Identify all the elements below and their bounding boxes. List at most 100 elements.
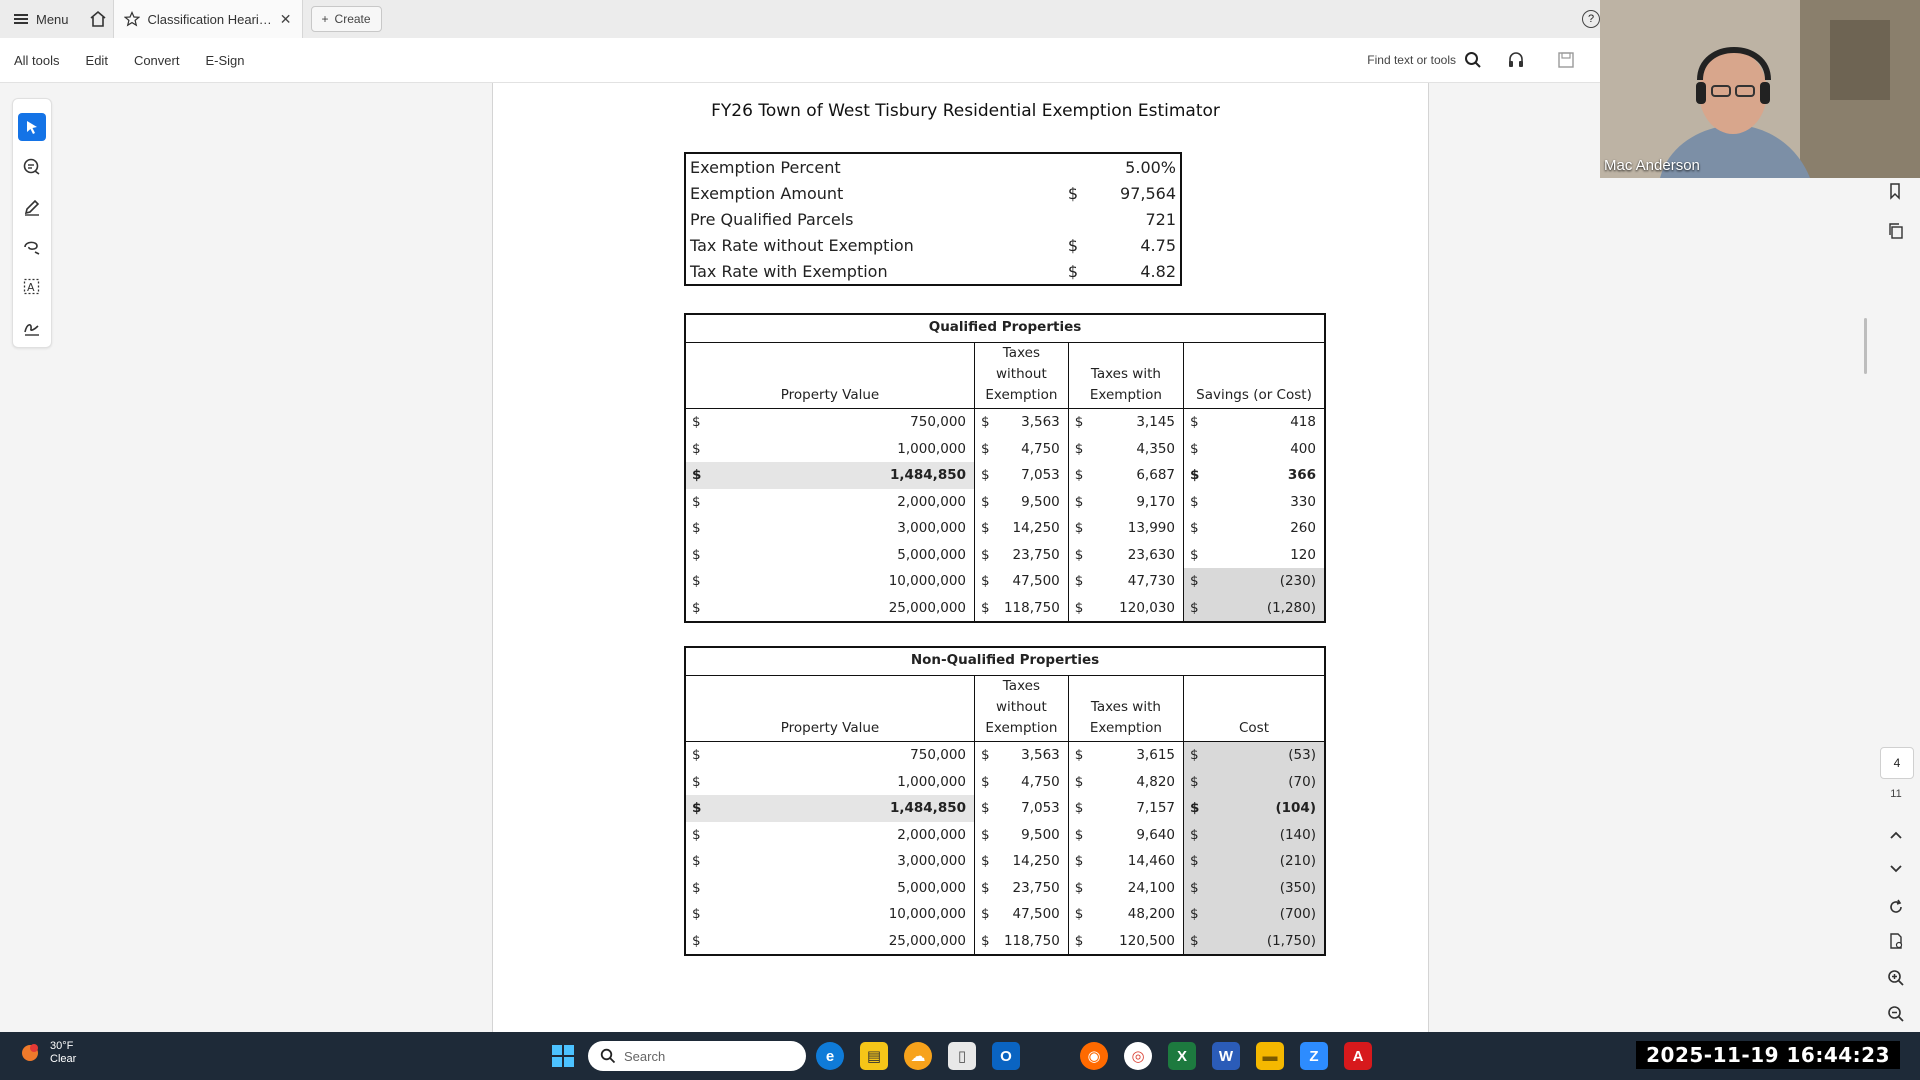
comment-tool[interactable] (18, 153, 46, 181)
savings-cell: $260 (1183, 515, 1325, 542)
property-value-cell: 25,000,000 (888, 932, 966, 949)
pdf-page: FY26 Town of West Tisbury Residential Ex… (492, 83, 1429, 1033)
savings-cell: $ (210) (1183, 848, 1325, 875)
property-value-cell: 750,000 (910, 414, 966, 431)
zoom-in-button[interactable] (1884, 967, 1908, 989)
notepad-icon[interactable]: ▯ (948, 1042, 976, 1070)
table-row: $1,000,000 $4,750 $4,350 $400 (685, 435, 1325, 462)
table-row: $750,000 $3,563 $3,145 $418 (685, 408, 1325, 436)
scrollbar-thumb[interactable] (1864, 318, 1867, 374)
currency-cell: $ (974, 874, 997, 901)
sticky-notes-icon[interactable]: ▤ (860, 1042, 888, 1070)
text-recognition-tool[interactable]: A (18, 273, 46, 301)
menu-convert[interactable]: Convert (134, 53, 180, 68)
summary-label: Pre Qualified Parcels (690, 209, 854, 229)
currency-cell: $ (692, 906, 701, 923)
currency-cell: $ (1190, 773, 1199, 790)
table-row: $1,484,850 $7,053 $7,157 $ (104) (685, 795, 1325, 822)
savings-value: (140) (1279, 826, 1316, 843)
home-button[interactable] (83, 4, 113, 34)
create-label: Create (334, 12, 371, 26)
col-savings: Savings (or Cost) (1183, 342, 1325, 409)
currency-cell: $ (974, 901, 997, 928)
table-row: $25,000,000 $118,750 $120,030 $ (1,280) (685, 594, 1325, 622)
taxes-with-cell: 9,640 (1136, 826, 1175, 843)
star-icon[interactable] (123, 11, 140, 27)
weather-condition: Clear (50, 1053, 77, 1065)
bookmark-panel-button[interactable] (1884, 180, 1908, 202)
savings-cell: $ (70) (1183, 768, 1325, 795)
menu-label: Menu (36, 11, 69, 27)
quick-tools-panel: A (12, 98, 52, 348)
outlook-icon[interactable]: O (992, 1042, 1020, 1070)
currency-cell: $ (974, 568, 997, 595)
property-value-cell: 1,484,850 (708, 795, 975, 822)
word-icon[interactable]: W (1212, 1042, 1240, 1070)
savings-cell: $ (1,750) (1183, 927, 1325, 955)
current-page-input[interactable]: 4 (1880, 747, 1914, 779)
currency-cell: $ (692, 747, 701, 764)
currency-cell: $ (692, 546, 701, 563)
zoom-app-icon[interactable]: Z (1300, 1042, 1328, 1070)
summary-currency (1054, 206, 1092, 232)
currency-cell: $ (1067, 927, 1091, 955)
document-tab[interactable]: Classification Hearing As ✕ (112, 0, 303, 38)
rotate-button[interactable] (1884, 896, 1908, 918)
excel-icon[interactable]: X (1168, 1042, 1196, 1070)
taxes-with-cell: 7,157 (1136, 800, 1175, 817)
comment-icon (23, 158, 40, 175)
select-tool[interactable] (18, 113, 46, 141)
taskbar-search[interactable]: Search (588, 1041, 806, 1071)
home-icon (90, 10, 106, 27)
menu-esign[interactable]: E-Sign (205, 53, 244, 68)
savings-value: (104) (1275, 800, 1316, 817)
help-icon[interactable]: ? (1582, 10, 1600, 28)
taxes-with-cell: 4,820 (1136, 773, 1175, 790)
savings-cell: $ (1,280) (1183, 594, 1325, 622)
currency-cell: $ (1067, 821, 1091, 848)
currency-cell: $ (692, 520, 701, 537)
currency-cell: $ (1190, 440, 1199, 457)
menu-edit[interactable]: Edit (86, 53, 108, 68)
non-qualified-properties-table: Non-Qualified Properties Property Value … (684, 646, 1326, 956)
previous-page-button[interactable] (1884, 824, 1908, 846)
weather-widget[interactable]: 30°F Clear (18, 1040, 76, 1066)
menu-all-tools[interactable]: All tools (14, 53, 60, 68)
close-tab-icon[interactable]: ✕ (280, 11, 292, 28)
page-settings-button[interactable] (1884, 930, 1908, 952)
weather-app-icon[interactable]: ☁ (904, 1042, 932, 1070)
edge-icon[interactable]: e (816, 1042, 844, 1070)
savings-cell: $ (350) (1183, 874, 1325, 901)
firefox-icon[interactable]: ◉ (1080, 1042, 1108, 1070)
next-page-button[interactable] (1884, 858, 1908, 880)
col-property-value: Property Value (780, 387, 880, 403)
find-tools[interactable]: Find text or tools (1367, 38, 1482, 82)
zoom-out-button[interactable] (1884, 1003, 1908, 1025)
create-button[interactable]: + Create (310, 6, 382, 32)
file-explorer-icon[interactable]: ▬ (1256, 1042, 1284, 1070)
windows-start-icon[interactable] (551, 1044, 575, 1068)
acrobat-icon[interactable]: A (1344, 1042, 1372, 1070)
currency-cell: $ (692, 826, 701, 843)
chrome-icon[interactable]: ◎ (1124, 1042, 1152, 1070)
find-placeholder: Find text or tools (1367, 53, 1456, 67)
menu-button[interactable]: Menu (0, 0, 83, 38)
taxes-without-cell: 7,053 (1021, 467, 1060, 484)
highlight-tool[interactable] (18, 193, 46, 221)
sign-tool[interactable] (18, 313, 46, 341)
taxes-without-cell: 47,500 (1012, 906, 1060, 923)
pages-panel-button[interactable] (1884, 220, 1908, 242)
table-row: $10,000,000 $47,500 $47,730 $ (230) (685, 568, 1325, 595)
currency-cell: $ (1067, 848, 1091, 875)
col-taxes-with: Taxes with Exemption (1067, 675, 1184, 742)
draw-tool[interactable] (18, 233, 46, 261)
taxes-without-cell: 7,053 (1021, 800, 1060, 817)
document-viewport[interactable]: FY26 Town of West Tisbury Residential Ex… (0, 83, 1600, 1033)
summary-currency: $ (1067, 183, 1079, 203)
currency-cell: $ (974, 541, 997, 568)
save-icon[interactable] (1556, 50, 1576, 70)
read-aloud-icon[interactable] (1506, 50, 1526, 70)
currency-cell: $ (1067, 408, 1091, 436)
currency-cell: $ (692, 573, 701, 590)
property-value-cell: 3,000,000 (897, 853, 966, 870)
